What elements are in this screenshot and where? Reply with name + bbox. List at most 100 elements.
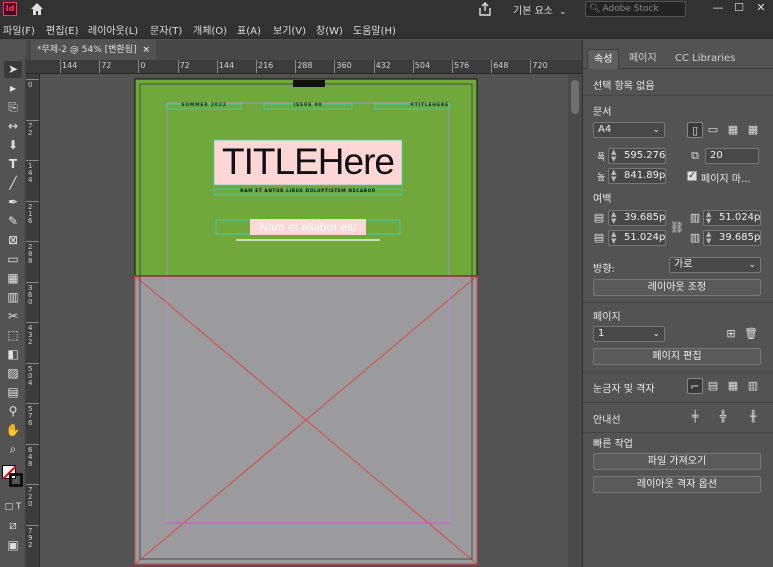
workspace-label: 기본 요소 — [513, 6, 553, 17]
page-count-field[interactable]: 20 — [705, 148, 759, 164]
baseline-grid-icon[interactable]: ▤ — [705, 378, 721, 394]
hand-tool-icon[interactable]: ✋ — [4, 422, 22, 439]
type-tool-icon[interactable]: T — [4, 156, 22, 173]
stepper-icon[interactable]: ▲ ▼ — [611, 211, 616, 225]
document-grid-icon[interactable]: ▦ — [725, 378, 741, 394]
margin-outside-field[interactable]: ▲ ▼ 39.685pt — [703, 230, 761, 246]
workspace-switcher[interactable]: 기본 요소 ⌄ — [513, 2, 567, 17]
gradient-feather-tool-icon[interactable]: ▨ — [4, 365, 22, 382]
rectangle-frame-tool-icon[interactable]: ⊠ — [4, 232, 22, 249]
content-collector-icon[interactable]: ⬇ — [4, 137, 22, 154]
menu-type[interactable]: 문자(T) — [150, 22, 182, 37]
facing-pages-checkbox[interactable]: ✓ — [687, 171, 697, 181]
grid-tool-icon[interactable]: ▥ — [4, 289, 22, 306]
direct-selection-tool-icon[interactable]: ▸ — [4, 80, 22, 97]
maximize-button[interactable]: ☐ — [729, 1, 749, 17]
home-icon[interactable] — [29, 1, 45, 17]
menu-view[interactable]: 보기(V) — [273, 22, 306, 37]
menu-window[interactable]: 창(W) — [316, 22, 343, 37]
margin-inside-field[interactable]: ▲ ▼ 51.024pt — [703, 210, 761, 226]
tab-pages[interactable]: 페이지 — [623, 49, 663, 69]
orientation-portrait-icon[interactable]: ▯ — [687, 122, 703, 138]
share-icon[interactable] — [477, 1, 493, 17]
free-transform-tool-icon[interactable]: ⬚ — [4, 327, 22, 344]
ruler-label: 72 — [179, 61, 190, 70]
stepper-icon[interactable]: ▲ ▼ — [706, 211, 711, 225]
layout-grid-options-button[interactable]: 레이아웃 격자 옵션 — [593, 476, 761, 493]
stroke-swatch-icon[interactable] — [9, 473, 23, 487]
margin-inside-icon: ▥ — [689, 211, 701, 224]
divider — [583, 432, 773, 433]
screen-mode-icon[interactable]: ▣ — [4, 537, 22, 554]
header-left-text[interactable]: SUMMER 2022 — [167, 103, 241, 108]
binding-right-icon[interactable]: ▦ — [745, 122, 761, 138]
import-file-button[interactable]: 파일 가져오기 — [593, 453, 761, 470]
show-guides-icon[interactable]: ╪ — [687, 409, 703, 425]
selection-tool-icon[interactable]: ➤ — [4, 61, 22, 78]
adobe-stock-search[interactable]: 🔍︎ Adobe Stock — [585, 1, 686, 17]
header-center-text[interactable]: ISSUE 00 — [264, 103, 352, 108]
tab-cc-libraries[interactable]: CC Libraries — [669, 49, 741, 69]
delete-page-icon[interactable]: 🗑︎ — [743, 326, 759, 342]
margin-top-value: 39.685pt — [624, 212, 666, 223]
eyedropper-tool-icon[interactable]: ⚲ — [4, 403, 22, 420]
document-tab[interactable]: *무제-2 @ 54% [변환됨] × — [31, 40, 157, 60]
vertical-ruler[interactable]: 0 72 144 216 288 360 432 504 576 648 720 792 — [26, 74, 40, 567]
gradient-tool-icon[interactable]: ◧ — [4, 346, 22, 363]
tab-properties[interactable]: 속성 — [587, 49, 620, 69]
margin-bottom-field[interactable]: ▲ ▼ 51.024pt — [608, 230, 666, 246]
line-tool-icon[interactable]: ╱ — [4, 175, 22, 192]
table-tool-icon[interactable]: ▦ — [4, 270, 22, 287]
note-tool-icon[interactable]: ▤ — [4, 384, 22, 401]
binding-left-icon[interactable]: ▦ — [725, 122, 741, 138]
rectangle-tool-icon[interactable]: ▭ — [4, 251, 22, 268]
stepper-icon[interactable]: ▲ ▼ — [611, 149, 616, 163]
menu-edit[interactable]: 편집(E) — [46, 22, 79, 37]
page-select[interactable]: 1 ⌄ — [593, 326, 665, 342]
page-height-field[interactable]: ▲ ▼ 841.89pt — [608, 168, 666, 184]
page-width-field[interactable]: ▲▼ 595.276p — [608, 148, 666, 164]
zoom-tool-icon[interactable]: ⌕ — [4, 441, 22, 458]
add-page-icon[interactable]: ⊞ — [723, 326, 739, 342]
menu-help[interactable]: 도움말(H) — [353, 22, 396, 37]
page-subtitle-text[interactable]: NAM ET ANTUR LIBUS DOLUPTISTEM NECABOR — [214, 189, 402, 194]
snap-guides-icon[interactable]: ╫ — [745, 409, 761, 425]
gap-tool-icon[interactable]: ↔ — [4, 118, 22, 135]
stepper-icon[interactable]: ▲ ▼ — [611, 169, 616, 183]
menu-object[interactable]: 개체(O) — [193, 22, 227, 37]
header-right-text[interactable]: #TITLEHERE — [375, 103, 449, 108]
format-container-icon[interactable]: □ T — [4, 499, 22, 516]
ruler-icon[interactable]: ⌐ — [687, 378, 703, 394]
menu-table[interactable]: 표(A) — [237, 22, 261, 37]
page-size-preset-select[interactable]: A4 ⌄ — [593, 122, 665, 138]
orientation-landscape-icon[interactable]: ▭ — [705, 122, 721, 138]
close-window-button[interactable]: ✕ — [751, 1, 771, 17]
pen-tool-icon[interactable]: ✒ — [4, 194, 22, 211]
scissors-tool-icon[interactable]: ✂ — [4, 308, 22, 325]
page-tool-icon[interactable]: ⎘ — [4, 99, 22, 116]
margin-top-field[interactable]: ▲ ▼ 39.685pt — [608, 210, 666, 226]
stepper-icon[interactable]: ▲ ▼ — [611, 231, 616, 245]
orientation-select[interactable]: 가로 ⌄ — [669, 257, 761, 273]
canvas-vertical-scrollbar[interactable] — [568, 74, 582, 567]
ruler-tick — [138, 60, 140, 73]
horizontal-ruler[interactable]: 144 72 0 72 144 216 288 360 432 504 576 648 720 — [26, 60, 582, 74]
margin-inside-value: 51.024pt — [719, 212, 761, 223]
pencil-tool-icon[interactable]: ✎ — [4, 213, 22, 230]
lock-guides-icon[interactable]: ╬ — [715, 409, 731, 425]
fill-stroke-swatch[interactable] — [2, 465, 24, 487]
scrollbar-thumb[interactable] — [571, 80, 579, 114]
layout-grid-icon[interactable]: ▥ — [745, 378, 761, 394]
stepper-icon[interactable]: ▲ ▼ — [706, 231, 711, 245]
body-text[interactable]: Nam et ellabor eiu — [250, 220, 366, 234]
close-tab-icon[interactable]: × — [142, 45, 150, 55]
document-canvas[interactable]: SUMMER 2022 ISSUE 00 #TITLEHERE TITLEHer… — [40, 74, 568, 567]
edit-page-button[interactable]: 페이지 편집 — [593, 348, 761, 365]
menu-layout[interactable]: 레이아웃(L) — [88, 22, 138, 37]
menu-file[interactable]: 파일(F) — [3, 22, 35, 37]
link-margins-icon[interactable]: ⛓ — [669, 220, 685, 236]
page-title-text[interactable]: TITLEHere — [214, 141, 402, 183]
minimize-button[interactable]: — — [708, 1, 728, 17]
adjust-layout-button[interactable]: 레이아웃 조정 — [593, 279, 761, 296]
apply-none-icon[interactable]: ⧄ — [4, 517, 22, 534]
